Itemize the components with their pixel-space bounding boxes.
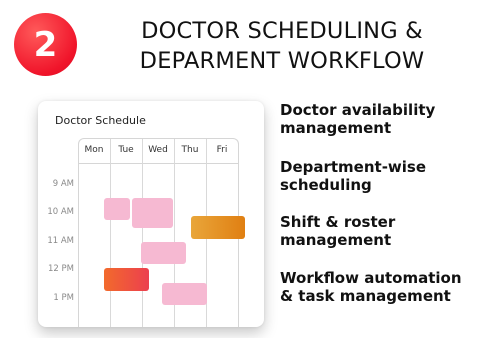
- feature-line: & task management: [280, 287, 451, 305]
- step-number-badge: 2: [14, 13, 77, 76]
- day-header-mon: Mon: [84, 145, 104, 155]
- feature-line: Doctor availability: [280, 101, 436, 119]
- grid-column-divider: [142, 139, 143, 327]
- feature-line: management: [280, 119, 392, 137]
- appointment-block[interactable]: [191, 216, 245, 239]
- feature-line: Department-wise: [280, 158, 427, 176]
- feature-line: management: [280, 231, 392, 249]
- time-label-9am: 9 AM: [52, 179, 74, 189]
- feature-item: Workflow automation & task management: [280, 269, 480, 305]
- time-label-1pm: 1 PM: [53, 293, 74, 303]
- day-header-tue: Tue: [118, 145, 134, 155]
- day-header-wed: Wed: [148, 145, 168, 155]
- appointment-block[interactable]: [104, 198, 130, 220]
- page-title: DOCTOR SCHEDULING & DEPARMENT WORKFLOW: [84, 16, 480, 76]
- page-title-line-1: DOCTOR SCHEDULING &: [141, 18, 423, 44]
- feature-line: Shift & roster: [280, 213, 396, 231]
- appointment-block[interactable]: [141, 242, 186, 264]
- appointment-block[interactable]: [162, 283, 207, 305]
- feature-line: scheduling: [280, 176, 372, 194]
- time-label-12pm: 12 PM: [48, 264, 74, 274]
- day-header-thu: Thu: [181, 145, 199, 155]
- appointment-block[interactable]: [104, 268, 149, 291]
- feature-item: Department-wise scheduling: [280, 158, 480, 194]
- feature-item: Shift & roster management: [280, 213, 480, 249]
- feature-line: Workflow automation: [280, 269, 462, 287]
- feature-item: Doctor availability management: [280, 101, 480, 137]
- day-header-fri: Fri: [216, 145, 228, 155]
- time-label-10am: 10 AM: [47, 207, 74, 217]
- step-number: 2: [33, 24, 58, 65]
- schedule-card-title: Doctor Schedule: [55, 114, 146, 127]
- page-title-line-2: DEPARMENT WORKFLOW: [139, 48, 425, 74]
- grid-header-divider: [79, 163, 238, 164]
- doctor-schedule-card: Doctor Schedule Mon Tue Wed Thu Fri 9 AM…: [38, 101, 264, 327]
- grid-column-divider: [110, 139, 111, 327]
- appointment-block[interactable]: [132, 198, 173, 228]
- time-label-11am: 11 AM: [47, 236, 74, 246]
